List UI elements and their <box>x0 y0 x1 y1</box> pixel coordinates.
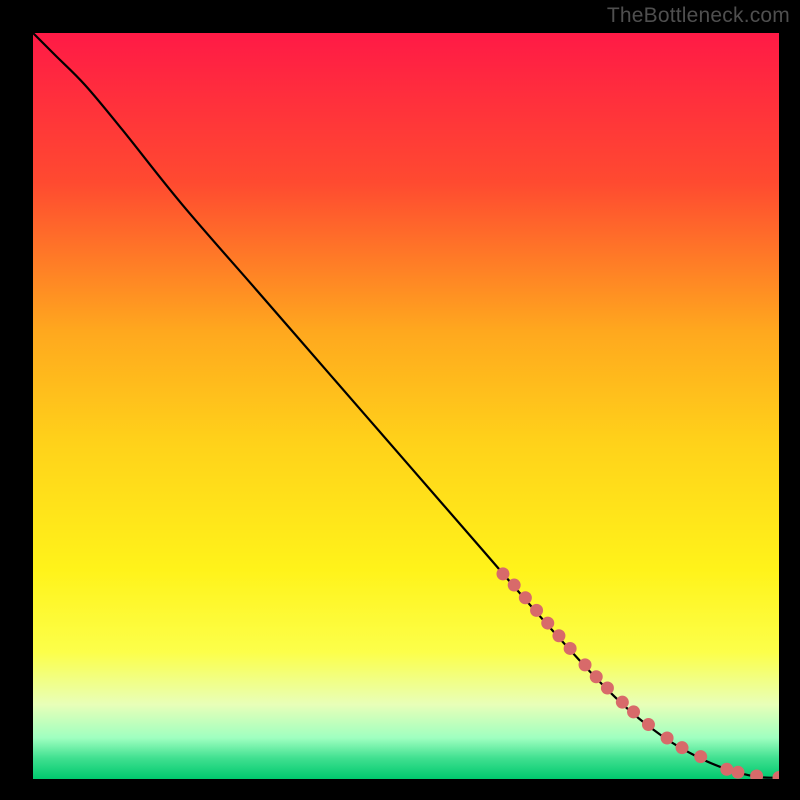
highlight-point <box>541 617 554 630</box>
highlight-point <box>661 731 674 744</box>
chart-svg <box>33 33 779 779</box>
highlight-point <box>616 696 629 709</box>
highlight-point <box>720 763 733 776</box>
highlight-point <box>642 718 655 731</box>
highlight-point <box>519 591 532 604</box>
highlight-point <box>552 629 565 642</box>
highlight-point <box>731 766 744 779</box>
highlight-point <box>627 705 640 718</box>
gradient-background <box>33 33 779 779</box>
highlight-point <box>694 750 707 763</box>
highlight-point <box>601 681 614 694</box>
highlight-point <box>564 642 577 655</box>
plot-area <box>33 33 779 779</box>
chart-frame: TheBottleneck.com <box>0 0 800 800</box>
attribution-label: TheBottleneck.com <box>607 4 790 28</box>
highlight-point <box>496 567 509 580</box>
highlight-point <box>579 658 592 671</box>
highlight-point <box>530 604 543 617</box>
highlight-point <box>590 670 603 683</box>
highlight-point <box>676 741 689 754</box>
highlight-point <box>508 579 521 592</box>
